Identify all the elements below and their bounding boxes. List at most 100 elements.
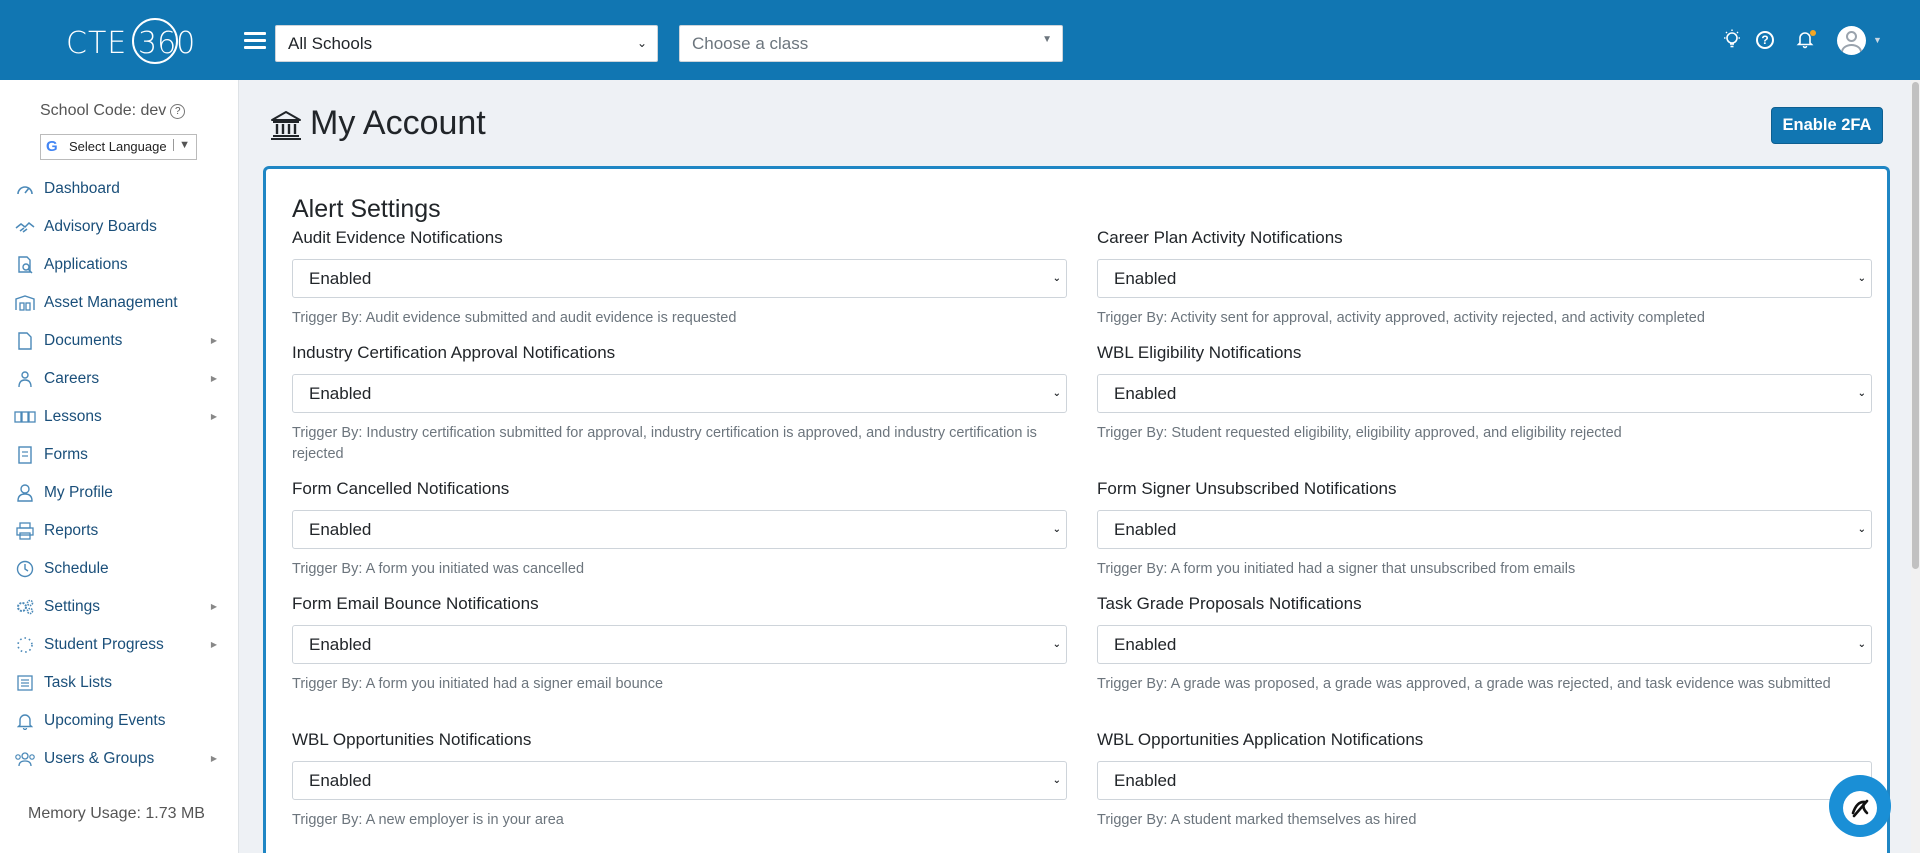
select-value: Enabled [1114, 520, 1177, 539]
chevron-down-icon: ⌄ [1052, 388, 1061, 399]
industry-certification-approval-notifications-select[interactable]: Enabled ⌄ [292, 374, 1067, 413]
caret-right-icon: ▶ [210, 754, 217, 763]
chevron-down-icon: ⌄ [1052, 273, 1061, 284]
field-label: Career Plan Activity Notifications [1097, 228, 1343, 247]
sidebar-item-label: Upcoming Events [44, 712, 166, 729]
field-label: WBL Opportunities Notifications [292, 730, 532, 749]
form-icon [14, 446, 36, 464]
sidebar-item-label: My Profile [44, 484, 113, 501]
chat-button[interactable] [1829, 775, 1891, 837]
field-wbl-eligibility-notifications: WBL Eligibility Notifications Enabled ⌄ Tri… [1097, 343, 1872, 444]
sidebar-item-advisory-boards[interactable]: Advisory Boards [0, 208, 239, 246]
caret-right-icon: ▶ [210, 602, 217, 611]
bell-icon [14, 712, 36, 730]
sidebar-item-label: Forms [44, 446, 88, 463]
form-cancelled-notifications-select[interactable]: Enabled ⌄ [292, 510, 1067, 549]
sidebar-nav: Dashboard Advisory Boards Applications Asse… [0, 170, 239, 778]
sidebar-item-label: Task Lists [44, 674, 113, 691]
avatar[interactable] [1837, 26, 1866, 55]
select-value: Enabled [1114, 269, 1177, 288]
chevron-down-icon: ⌄ [1857, 639, 1866, 650]
alert-settings-card: Alert Settings Audit Evidence Notificati… [263, 166, 1890, 853]
enable-2fa-button[interactable]: Enable 2FA [1771, 107, 1883, 144]
task-grade-proposals-notifications-select[interactable]: Enabled ⌄ [1097, 625, 1872, 664]
language-select[interactable]: G Select Language ▼ [40, 134, 197, 160]
caret-down-icon[interactable]: ▼ [1873, 35, 1882, 45]
field-label: Audit Evidence Notifications [292, 228, 503, 247]
sidebar-item-settings[interactable]: Settings ▶ [0, 588, 239, 626]
select-value: Enabled [309, 269, 372, 288]
sidebar-item-label: Schedule [44, 560, 109, 577]
class-select-placeholder: Choose a class [692, 34, 809, 53]
sidebar-item-dashboard[interactable]: Dashboard [0, 170, 239, 208]
field-audit-evidence-notifications: Audit Evidence Notifications Enabled ⌄ Trig… [292, 228, 1067, 329]
caret-right-icon: ▶ [210, 336, 217, 345]
field-hint: Trigger By: Audit evidence submitted and… [292, 310, 737, 326]
sidebar-item-student-progress[interactable]: Student Progress ▶ [0, 626, 239, 664]
form-email-bounce-notifications-select[interactable]: Enabled ⌄ [292, 625, 1067, 664]
wbl-opportunities-notifications-select[interactable]: Enabled ⌄ [292, 761, 1067, 800]
sidebar-item-my-profile[interactable]: My Profile [0, 474, 239, 512]
sidebar-item-applications[interactable]: Applications [0, 246, 239, 284]
gears-icon [14, 598, 36, 616]
cte360-logo[interactable]: CTE 360 [62, 18, 195, 64]
sidebar-item-documents[interactable]: Documents ▶ [0, 322, 239, 360]
alert-settings-body: Alert Settings Audit Evidence Notificati… [274, 176, 1879, 853]
wbl-opportunities-application-notifications-select[interactable]: Enabled [1097, 761, 1872, 800]
sidebar-item-asset-management[interactable]: Asset Management [0, 284, 239, 322]
spinner-icon [14, 636, 36, 654]
select-value: Enabled [1114, 384, 1177, 403]
users-icon [14, 750, 36, 768]
caret-down-icon: ▼ [1042, 34, 1052, 45]
field-form-email-bounce-notifications: Form Email Bounce Notifications Enabled ⌄ T… [292, 594, 1067, 695]
field-hint: Trigger By: Student requested eligibilit… [1097, 425, 1622, 441]
field-task-grade-proposals-notifications: Task Grade Proposals Notifications Enable… [1097, 594, 1872, 695]
scrollbar-thumb[interactable] [1912, 82, 1919, 569]
sidebar-item-reports[interactable]: Reports [0, 512, 239, 550]
logo-ring-text: 360 [138, 26, 196, 61]
select-value: Enabled [309, 384, 372, 403]
sidebar-item-label: Lessons [44, 408, 102, 425]
schools-select[interactable]: All Schools ⌄ [275, 25, 658, 62]
field-hint: Trigger By: A grade was proposed, a grad… [1097, 676, 1831, 692]
class-select[interactable]: Choose a class ▼ [679, 25, 1063, 62]
chevron-down-icon: ⌄ [1052, 775, 1061, 786]
caret-right-icon: ▶ [210, 374, 217, 383]
field-label: Form Signer Unsubscribed Notifications [1097, 479, 1397, 498]
field-form-signer-unsubscribed-notifications: Form Signer Unsubscribed Notifications En… [1097, 479, 1872, 580]
sidebar-item-upcoming-events[interactable]: Upcoming Events [0, 702, 239, 740]
sidebar: School Code: dev? G Select Language ▼ Da… [0, 80, 239, 853]
sidebar-item-label: Settings [44, 598, 101, 615]
sidebar-item-careers[interactable]: Careers ▶ [0, 360, 239, 398]
page-scrollbar[interactable] [1911, 80, 1920, 853]
chevron-down-icon: ⌄ [1857, 524, 1866, 535]
select-value: Enabled [309, 520, 372, 539]
chevron-down-icon: ⌄ [1857, 388, 1866, 399]
sidebar-item-users-and-groups[interactable]: Users & Groups ▶ [0, 740, 239, 778]
field-hint: Trigger By: A student marked themselves … [1097, 812, 1417, 828]
field-label: Task Grade Proposals Notifications [1097, 594, 1362, 613]
chevron-down-icon: ⌄ [1857, 273, 1866, 284]
file-icon [14, 332, 36, 350]
field-label: Form Email Bounce Notifications [292, 594, 539, 613]
help-icon[interactable]: ? [170, 104, 186, 119]
select-value: Enabled [1114, 635, 1177, 654]
hamburger-menu-icon[interactable] [244, 32, 266, 50]
chevron-down-icon: ⌄ [1052, 639, 1061, 650]
list-icon [14, 674, 36, 692]
sidebar-item-lessons[interactable]: Lessons ▶ [0, 398, 239, 436]
career-plan-activity-notifications-select[interactable]: Enabled ⌄ [1097, 259, 1872, 298]
sidebar-item-label: Users & Groups [44, 750, 155, 767]
school-code-text: School Code: dev [40, 102, 167, 119]
sidebar-item-task-lists[interactable]: Task Lists [0, 664, 239, 702]
form-signer-unsubscribed-notifications-select[interactable]: Enabled ⌄ [1097, 510, 1872, 549]
field-label: Form Cancelled Notifications [292, 479, 510, 498]
help-icon[interactable]: ? [1756, 31, 1774, 49]
caret-right-icon: ▶ [210, 412, 217, 421]
sidebar-item-schedule[interactable]: Schedule [0, 550, 239, 588]
sidebar-item-forms[interactable]: Forms [0, 436, 239, 474]
audit-evidence-notifications-select[interactable]: Enabled ⌄ [292, 259, 1067, 298]
lightbulb-icon[interactable] [1721, 29, 1743, 51]
wbl-eligibility-notifications-select[interactable]: Enabled ⌄ [1097, 374, 1872, 413]
school-code: School Code: dev? [40, 102, 186, 120]
